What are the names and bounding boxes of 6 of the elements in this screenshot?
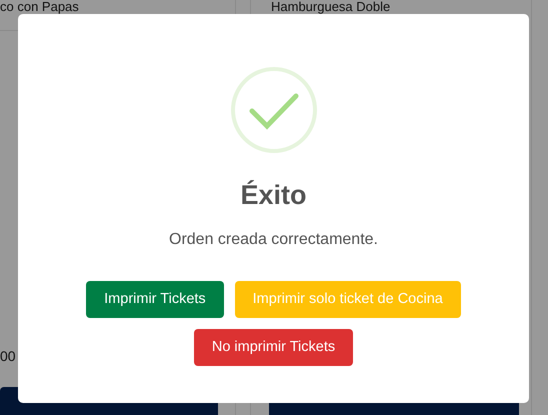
dialog-title: Éxito <box>240 179 306 212</box>
dialog-button[interactable]: No imprimir Tickets <box>194 329 354 366</box>
success-check-icon <box>230 66 318 154</box>
dialog-message: Orden creada correctamente. <box>169 230 378 250</box>
price-text: 00 <box>0 347 17 366</box>
dialog-button[interactable]: Imprimir Tickets <box>86 281 224 318</box>
